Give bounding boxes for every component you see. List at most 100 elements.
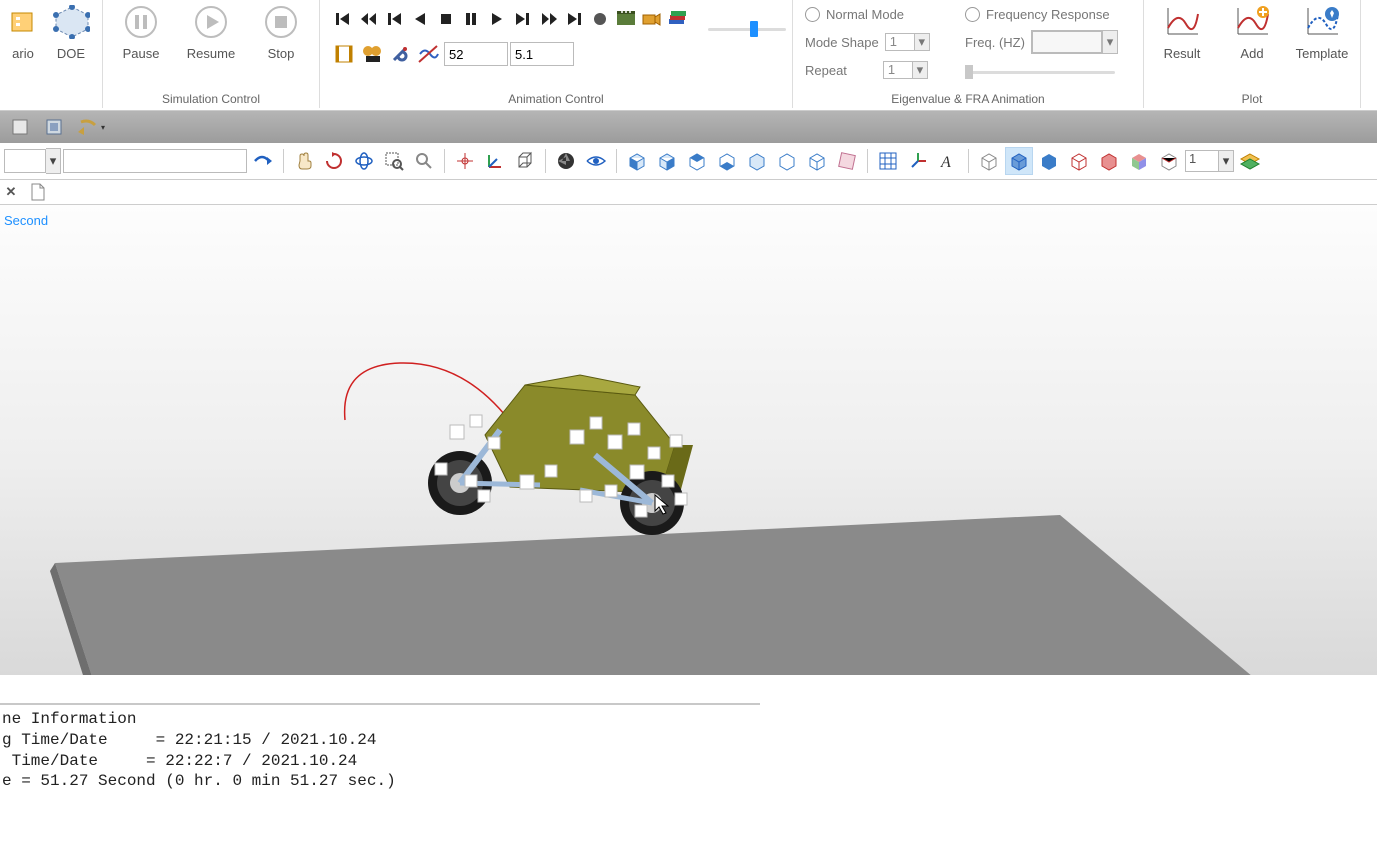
add-icon: [1233, 4, 1271, 40]
viewport[interactable]: Second: [0, 205, 1377, 675]
modeshape-select[interactable]: 1▾: [885, 33, 930, 51]
text-field[interactable]: [63, 149, 247, 173]
scenario-icon: [4, 4, 42, 40]
chevron-down-icon[interactable]: ▾: [46, 148, 61, 174]
render-mix-icon[interactable]: [1125, 147, 1153, 175]
freq-slider[interactable]: [965, 71, 1115, 74]
transport-bar: [330, 0, 690, 38]
wire-cube-icon[interactable]: [511, 147, 539, 175]
chevron-down-icon[interactable]: ▾: [914, 34, 929, 50]
resume-icon: [192, 4, 230, 40]
film-icon[interactable]: [330, 40, 358, 68]
rewind-icon[interactable]: [356, 5, 382, 33]
view-iso-icon[interactable]: [803, 147, 831, 175]
stack-icon[interactable]: [664, 5, 690, 33]
render-wire-icon[interactable]: [975, 147, 1003, 175]
rotate-icon[interactable]: [320, 147, 348, 175]
hand-pan-icon[interactable]: [290, 147, 318, 175]
render-mix2-icon[interactable]: [1155, 147, 1183, 175]
play-rev-icon[interactable]: [407, 5, 433, 33]
tool-a-icon[interactable]: [6, 113, 34, 141]
secondary-toolbar: ▾: [0, 111, 1377, 143]
repeat-select[interactable]: 1▾: [883, 61, 928, 79]
result-button[interactable]: Result: [1150, 0, 1214, 61]
grp-anim-label: Animation Control: [326, 92, 786, 108]
layers-icon[interactable]: [1236, 147, 1264, 175]
skip-start-icon[interactable]: [330, 5, 356, 33]
eye-icon[interactable]: [582, 147, 610, 175]
document-tabs: ✕: [0, 180, 1377, 205]
view-left-icon[interactable]: [683, 147, 711, 175]
zoom-window-icon[interactable]: [380, 147, 408, 175]
triad-icon[interactable]: [904, 147, 932, 175]
step-fwd-icon[interactable]: [510, 5, 536, 33]
result-icon: [1163, 4, 1201, 40]
new-doc-button[interactable]: [26, 181, 50, 203]
render-shade-icon[interactable]: [1005, 147, 1033, 175]
axes-icon[interactable]: [481, 147, 509, 175]
step-back-icon[interactable]: [381, 5, 407, 33]
view-top-icon[interactable]: [743, 147, 771, 175]
grp-eigen-label: Eigenvalue & FRA Animation: [799, 92, 1137, 108]
pause-button[interactable]: Pause: [109, 0, 173, 61]
render-red2-icon[interactable]: [1095, 147, 1123, 175]
normal-radio[interactable]: [805, 7, 820, 22]
group-post: Post Post: [1361, 0, 1377, 108]
view-clear-icon[interactable]: [833, 147, 861, 175]
center-icon[interactable]: [451, 147, 479, 175]
time-input[interactable]: [510, 42, 574, 66]
fast-fwd-icon[interactable]: [536, 5, 562, 33]
skip-end-icon[interactable]: [561, 5, 587, 33]
freq-select[interactable]: ▾: [1031, 30, 1118, 54]
close-tab-button[interactable]: ✕: [2, 183, 20, 201]
doe-icon: [52, 4, 90, 40]
aperture-icon[interactable]: [552, 147, 580, 175]
filmcam-icon[interactable]: [358, 40, 386, 68]
group-scenario: ario DOE ario: [0, 0, 103, 108]
group-plot: Result Add Template Plot: [1144, 0, 1361, 108]
anim-slider[interactable]: [708, 28, 786, 31]
apply-arrow-icon[interactable]: [249, 147, 277, 175]
pause-icon: [122, 4, 160, 40]
scenario-button[interactable]: ario: [6, 0, 40, 61]
grp-sim-label: Simulation Control: [109, 92, 313, 108]
add-button[interactable]: Add: [1220, 0, 1284, 61]
pause-anim-icon[interactable]: [459, 5, 485, 33]
tool-b-icon[interactable]: [40, 113, 68, 141]
play-fwd-icon[interactable]: [484, 5, 510, 33]
text-a-icon[interactable]: A: [934, 147, 962, 175]
combo-1[interactable]: ▾: [4, 148, 61, 174]
grid-icon[interactable]: [874, 147, 902, 175]
orbit-icon[interactable]: [350, 147, 378, 175]
chevron-down-icon[interactable]: ▾: [912, 62, 927, 78]
chevron-down-icon[interactable]: ▾: [1102, 31, 1117, 53]
view-bottom-icon[interactable]: [773, 147, 801, 175]
render-red-icon[interactable]: [1065, 147, 1093, 175]
camera-icon[interactable]: [639, 5, 665, 33]
view-back-icon[interactable]: [653, 147, 681, 175]
no-anim-icon[interactable]: [414, 40, 442, 68]
unit-label: Second: [4, 213, 48, 228]
doe-button[interactable]: DOE: [46, 0, 96, 61]
group-simulation: Pause Resume Stop Simulation Control: [103, 0, 320, 108]
record-icon[interactable]: [587, 5, 613, 33]
freqresp-radio[interactable]: [965, 7, 980, 22]
zoom-icon[interactable]: [410, 147, 438, 175]
render-shade2-icon[interactable]: [1035, 147, 1063, 175]
chevron-down-icon[interactable]: ▾: [1218, 151, 1233, 171]
console-output: ne Information g Time/Date = 22:21:15 / …: [0, 705, 1377, 796]
template-button[interactable]: Template: [1290, 0, 1354, 61]
post-button[interactable]: Post: [1367, 0, 1377, 61]
template-icon: [1303, 4, 1341, 40]
movie-icon[interactable]: [613, 5, 639, 33]
tool-c-icon[interactable]: ▾: [74, 113, 106, 141]
resume-button[interactable]: Resume: [179, 0, 243, 61]
view-right-icon[interactable]: [713, 147, 741, 175]
wrench-icon[interactable]: [386, 40, 414, 68]
frame-input[interactable]: [444, 42, 508, 66]
view-count-spinner[interactable]: 1▾: [1185, 150, 1234, 172]
stop-anim-icon[interactable]: [433, 5, 459, 33]
view-front-icon[interactable]: [623, 147, 651, 175]
ribbon: ario DOE ario Pause Resume Stop: [0, 0, 1377, 111]
stop-button[interactable]: Stop: [249, 0, 313, 61]
